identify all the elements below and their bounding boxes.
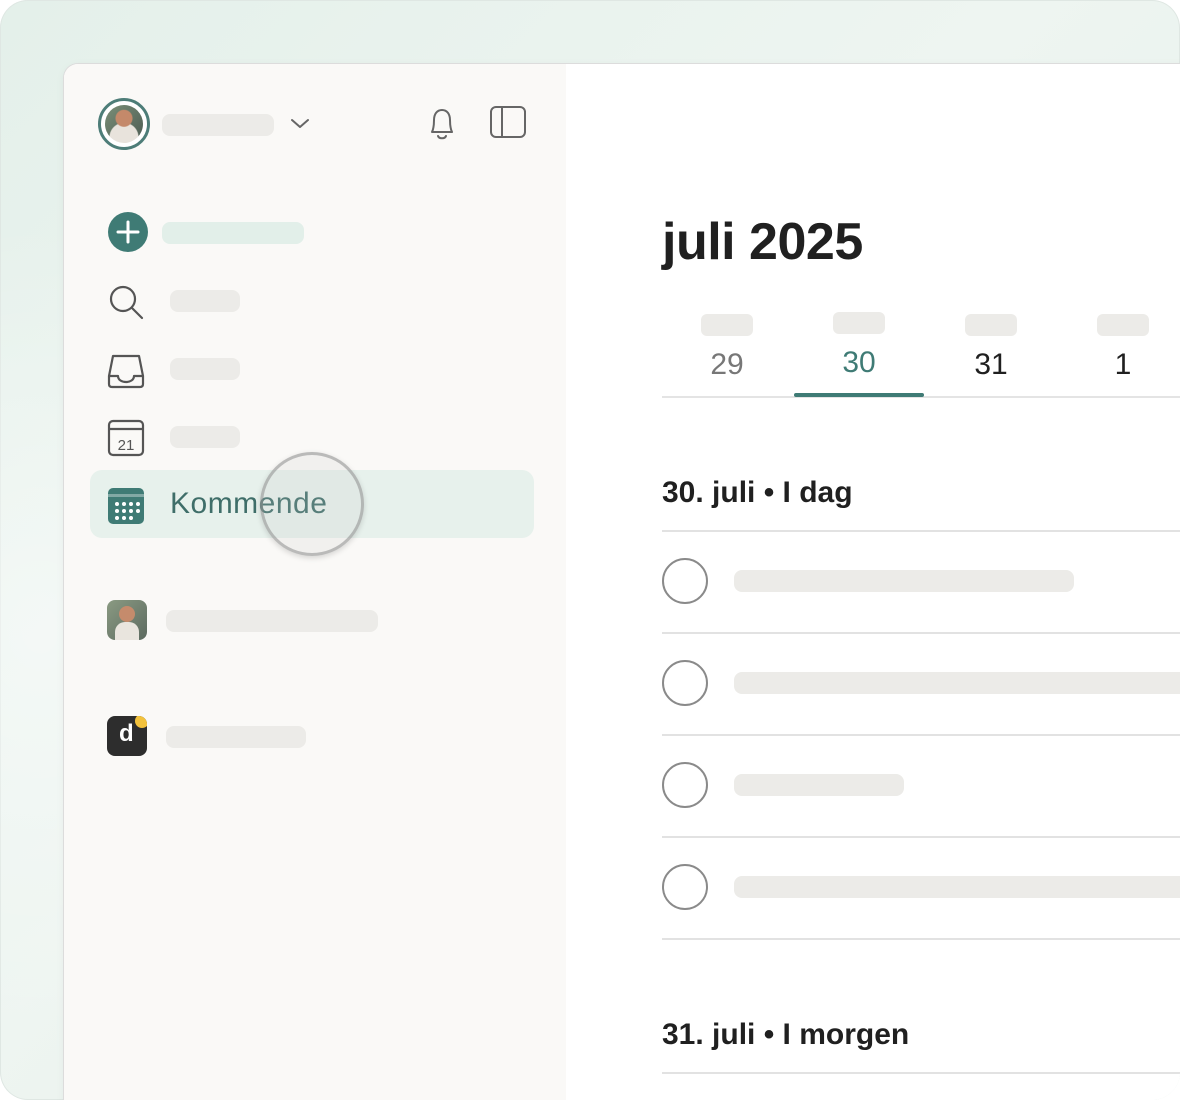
search-label-placeholder	[170, 290, 240, 312]
weekday-placeholder	[833, 312, 885, 334]
task-title-placeholder[interactable]	[734, 570, 1074, 592]
day-column[interactable]: 1	[1058, 312, 1180, 396]
project-avatar-personal[interactable]	[107, 600, 147, 640]
app-window: 21 Kommende d juli 2025 29 30 31 1 30. j…	[64, 64, 1180, 1100]
calendar-day-number: 21	[118, 437, 135, 454]
click-indicator	[260, 452, 364, 556]
weekday-placeholder	[701, 314, 753, 336]
chevron-down-icon[interactable]	[288, 114, 312, 134]
app-frame: 21 Kommende d juli 2025 29 30 31 1 30. j…	[0, 0, 1180, 1100]
day-number: 1	[1114, 348, 1132, 381]
calendar-today-icon: 21	[107, 419, 145, 457]
task-title-placeholder[interactable]	[734, 876, 1180, 898]
team-logo-letter: d	[119, 720, 134, 747]
main-content: juli 2025 29 30 31 1 30. juli • I dag 31…	[566, 64, 1180, 1100]
task-checkbox[interactable]	[662, 558, 708, 604]
avatar-image	[105, 105, 143, 143]
task-checkbox[interactable]	[662, 660, 708, 706]
task-row[interactable]	[662, 632, 1180, 734]
task-row[interactable]	[662, 836, 1180, 938]
add-task-button[interactable]	[90, 198, 534, 266]
team-name-placeholder[interactable]	[166, 726, 306, 748]
divider	[662, 1072, 1180, 1074]
task-checkbox[interactable]	[662, 762, 708, 808]
calendar-grid-icon	[108, 488, 144, 524]
weekday-placeholder	[1097, 314, 1149, 336]
day-column[interactable]: 29	[662, 312, 792, 396]
day-number: 29	[710, 348, 744, 381]
inbox-label-placeholder	[170, 358, 240, 380]
sidebar: 21 Kommende d	[64, 64, 566, 1100]
section-heading-tomorrow: 31. juli • I morgen	[662, 1018, 910, 1051]
plus-circle-icon	[108, 212, 148, 252]
project-avatar-team[interactable]: d	[107, 716, 147, 756]
search-icon	[109, 285, 144, 320]
user-avatar[interactable]	[98, 98, 150, 150]
day-column[interactable]: 31	[926, 312, 1056, 396]
project-name-placeholder[interactable]	[166, 610, 378, 632]
inbox-icon	[107, 354, 145, 389]
sidebar-item-search[interactable]	[90, 266, 534, 334]
task-row[interactable]	[662, 530, 1180, 632]
user-name-placeholder[interactable]	[162, 114, 274, 136]
day-column-selected[interactable]: 30	[794, 312, 924, 396]
divider	[662, 938, 1180, 940]
today-label-placeholder	[170, 426, 240, 448]
month-title[interactable]: juli 2025	[662, 212, 863, 272]
sidebar-toggle-icon[interactable]	[488, 104, 528, 140]
day-number: 31	[974, 348, 1008, 381]
bell-icon[interactable]	[424, 104, 460, 144]
sidebar-item-inbox[interactable]	[90, 334, 534, 402]
day-number: 30	[842, 346, 876, 379]
task-checkbox[interactable]	[662, 864, 708, 910]
section-heading-today: 30. juli • I dag	[662, 476, 853, 509]
weekday-placeholder	[965, 314, 1017, 336]
task-title-placeholder[interactable]	[734, 672, 1180, 694]
selected-day-indicator	[794, 393, 924, 397]
task-title-placeholder[interactable]	[734, 774, 904, 796]
task-row[interactable]	[662, 734, 1180, 836]
add-task-label-placeholder	[162, 222, 304, 244]
